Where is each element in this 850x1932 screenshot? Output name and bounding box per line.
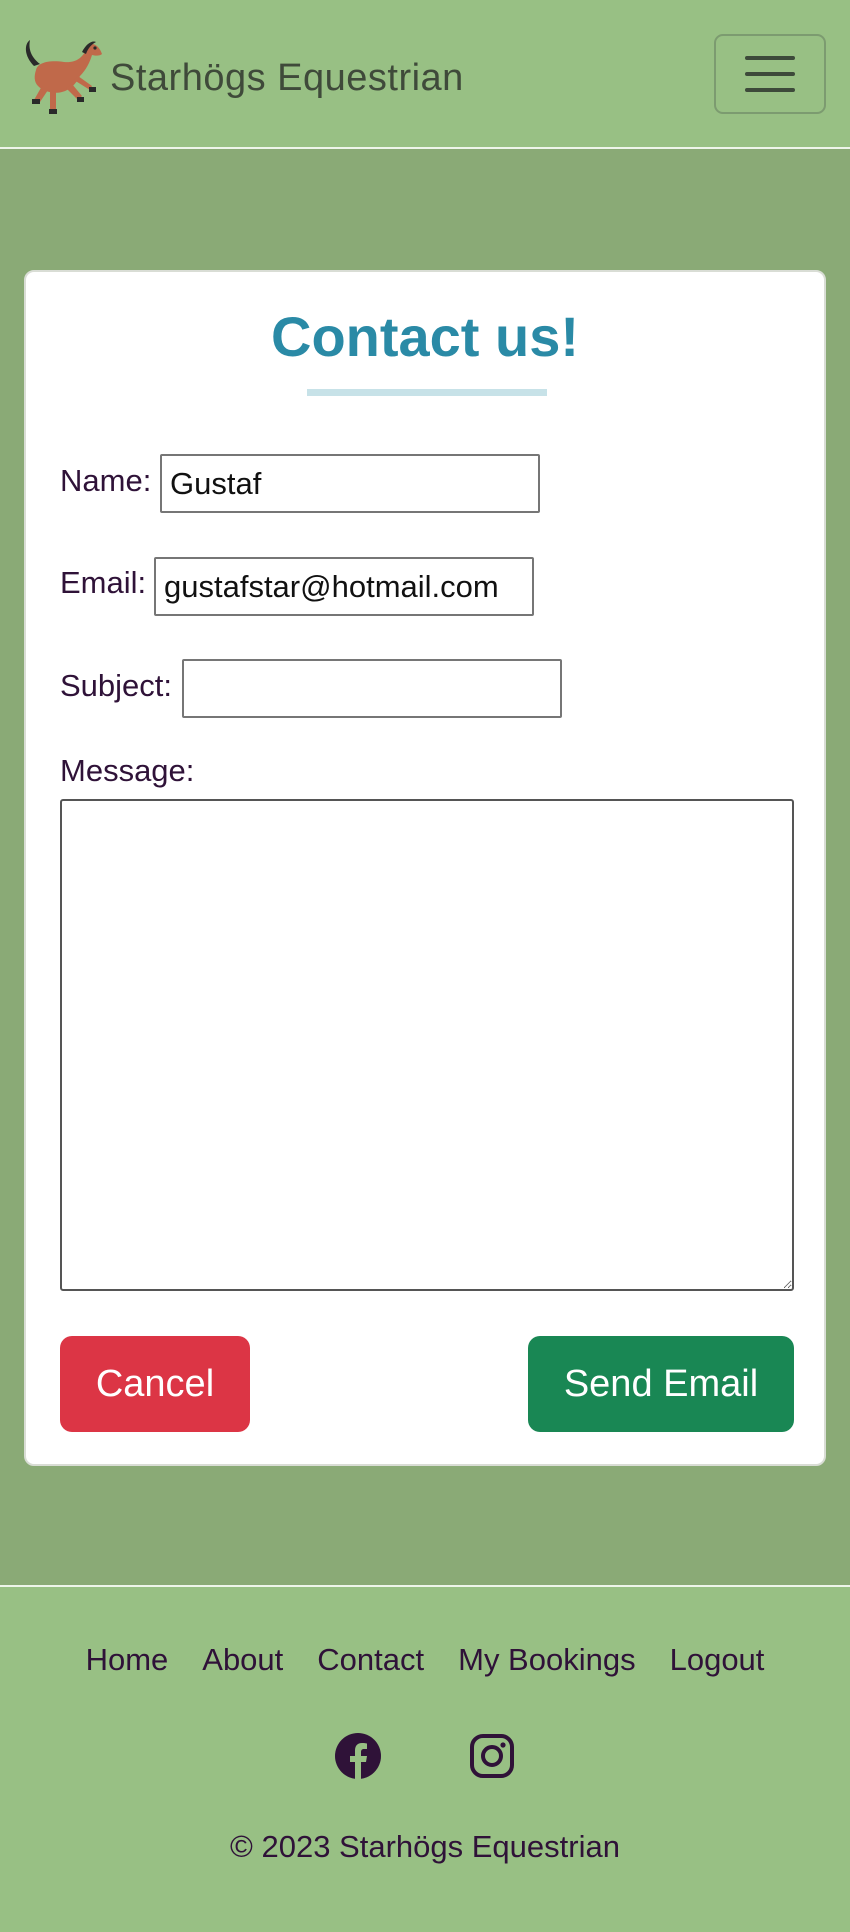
hamburger-menu-icon: [745, 56, 795, 60]
footer-link-logout[interactable]: Logout: [670, 1642, 765, 1678]
hamburger-menu-button[interactable]: [714, 34, 826, 114]
horse-icon: [25, 40, 102, 114]
subject-field[interactable]: [182, 659, 562, 718]
contact-card: Contact us! Name: Email: Subject: Messag…: [24, 270, 826, 1466]
footer-link-contact[interactable]: Contact: [317, 1642, 424, 1678]
name-label: Name:: [60, 463, 152, 498]
footer: Home About Contact My Bookings Logout © …: [0, 1585, 850, 1932]
message-textarea[interactable]: [60, 799, 794, 1291]
send-email-button[interactable]: Send Email: [528, 1336, 794, 1432]
brand-name: Starhögs Equestrian: [110, 56, 464, 99]
instagram-icon[interactable]: [468, 1732, 516, 1780]
email-label: Email:: [60, 565, 147, 600]
message-label: Message:: [60, 753, 195, 788]
footer-link-my-bookings[interactable]: My Bookings: [458, 1642, 635, 1678]
brand-link[interactable]: Starhögs Equestrian: [20, 36, 464, 120]
social-links: [0, 1732, 850, 1780]
copyright-text: © 2023 Starhögs Equestrian: [230, 1829, 620, 1864]
footer-link-home[interactable]: Home: [86, 1642, 169, 1678]
footer-nav: Home About Contact My Bookings Logout: [0, 1642, 850, 1678]
cancel-button[interactable]: Cancel: [60, 1336, 250, 1432]
facebook-icon[interactable]: [334, 1732, 382, 1780]
name-field[interactable]: [160, 454, 540, 513]
title-underline: [307, 389, 547, 396]
subject-label: Subject:: [60, 668, 173, 703]
email-field[interactable]: [154, 557, 534, 616]
footer-link-about[interactable]: About: [202, 1642, 283, 1678]
page-title: Contact us!: [271, 305, 579, 368]
navbar: Starhögs Equestrian: [0, 0, 850, 149]
